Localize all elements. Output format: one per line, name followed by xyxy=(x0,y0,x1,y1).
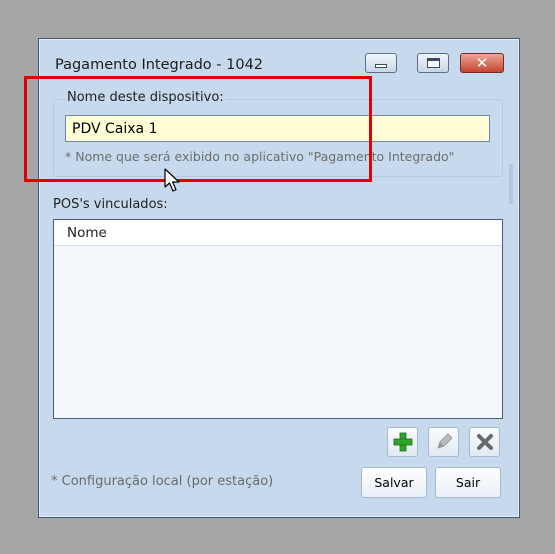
minimize-button[interactable] xyxy=(365,53,397,73)
delete-pos-button[interactable] xyxy=(469,427,500,457)
pos-list-label: POS's vinculados: xyxy=(53,197,168,212)
close-icon: ✕ xyxy=(475,53,489,72)
device-name-input[interactable] xyxy=(65,115,490,142)
mouse-pointer-icon xyxy=(164,168,180,192)
pencil-icon xyxy=(436,433,453,449)
title-bar[interactable]: Pagamento Integrado - 1042 ✕ xyxy=(39,39,519,87)
settings-window: Pagamento Integrado - 1042 ✕ Nome deste … xyxy=(38,38,520,518)
x-icon xyxy=(476,434,493,450)
maximize-button[interactable] xyxy=(417,53,449,73)
close-button[interactable]: ✕ xyxy=(460,53,504,73)
minimize-icon xyxy=(375,64,387,68)
panel-scrollbar[interactable] xyxy=(509,164,513,204)
pos-list-header-nome[interactable]: Nome xyxy=(54,220,502,246)
pos-list[interactable]: Nome xyxy=(53,219,503,419)
add-pos-button[interactable] xyxy=(387,427,418,457)
maximize-icon xyxy=(426,58,440,68)
local-config-note: * Configuração local (por estação) xyxy=(51,474,274,489)
window-title: Pagamento Integrado - 1042 xyxy=(55,57,264,73)
device-name-label: Nome deste dispositivo: xyxy=(65,90,226,105)
plus-icon xyxy=(393,432,412,452)
exit-button[interactable]: Sair xyxy=(435,467,501,498)
save-button[interactable]: Salvar xyxy=(361,467,427,498)
edit-pos-button[interactable] xyxy=(428,427,459,457)
device-name-hint: * Nome que será exibido no aplicativo "P… xyxy=(65,149,455,164)
